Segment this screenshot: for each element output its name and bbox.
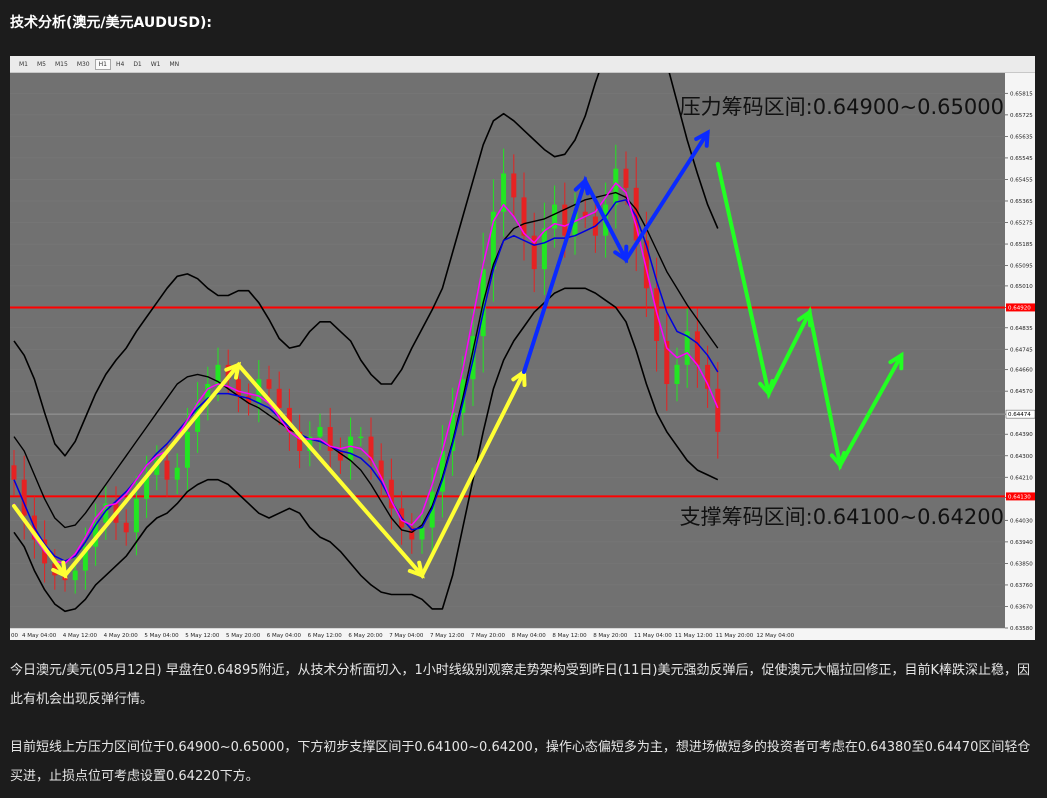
candle-body bbox=[11, 465, 17, 480]
page-title: 技术分析(澳元/美元AUDUSD): bbox=[10, 15, 212, 31]
x-tick-label: 8 May 20:00 bbox=[593, 633, 628, 639]
y-tick-label: 0.63670 bbox=[1010, 604, 1033, 610]
y-tick-label: 0.65095 bbox=[1010, 264, 1033, 270]
candle-body bbox=[358, 436, 364, 439]
x-tick-label: 4 May 12:00 bbox=[63, 633, 98, 639]
y-tick-label: 0.63760 bbox=[1010, 583, 1033, 589]
y-tick-label: 0.65365 bbox=[1010, 199, 1033, 205]
candle-body bbox=[133, 498, 139, 533]
timeframe-m15-button[interactable]: M15 bbox=[51, 59, 72, 70]
y-tick-label: 0.64745 bbox=[1010, 347, 1033, 353]
x-tick-label: 4 May 20:00 bbox=[104, 633, 139, 639]
candle-body bbox=[348, 436, 354, 461]
x-tick-label: 5 May 12:00 bbox=[185, 633, 220, 639]
x-tick-label: 4 May 04:00 bbox=[22, 633, 57, 639]
timeframe-d1-button[interactable]: D1 bbox=[129, 59, 145, 70]
x-tick-label: 6 May 04:00 bbox=[267, 633, 302, 639]
x-tick-label: 8 May 04:00 bbox=[512, 633, 547, 639]
candle-body bbox=[235, 379, 241, 396]
candle-body bbox=[694, 331, 700, 365]
analysis-paragraph-2: 目前短线上方压力区间位于0.64900~0.65000，下方初步支撑区间于0.6… bbox=[10, 740, 1031, 784]
timeframe-h4-button[interactable]: H4 bbox=[112, 59, 128, 70]
x-tick-label: 11 May 20:00 bbox=[716, 633, 754, 639]
price-chart[interactable]: 0.65815 0.65725 0.65635 0.65545 0.65455 0.653… bbox=[10, 73, 1035, 640]
y-tick-label: 0.64300 bbox=[1010, 454, 1033, 460]
candle-body bbox=[184, 431, 190, 468]
candle-body bbox=[276, 388, 282, 408]
analysis-paragraph-1: 今日澳元/美元(05月12日) 早盘在0.64895附近，从技术分析面切入，1小… bbox=[10, 663, 1030, 707]
y-tick-label: 0.65010 bbox=[1010, 284, 1033, 290]
timeframe-m1-button[interactable]: M1 bbox=[15, 59, 32, 70]
y-tick-label: 0.65275 bbox=[1010, 221, 1033, 227]
level-price-label: 0.64920 bbox=[1008, 305, 1031, 311]
x-tick-label: 11 May 04:00 bbox=[634, 633, 672, 639]
y-tick-label: 0.64570 bbox=[1010, 389, 1033, 395]
candle-body bbox=[72, 570, 78, 581]
x-tick-label: 00 bbox=[11, 633, 18, 639]
y-tick-label: 0.63940 bbox=[1010, 540, 1033, 546]
x-tick-label: 11 May 12:00 bbox=[675, 633, 713, 639]
timeframe-mn-button[interactable]: MN bbox=[166, 59, 184, 70]
timeframe-toolbar: M1 M5 M15 M30 H1 H4 D1 W1 MN bbox=[10, 56, 1035, 73]
candle-body bbox=[164, 460, 170, 480]
x-tick-label: 6 May 20:00 bbox=[348, 633, 383, 639]
candle-body bbox=[123, 522, 129, 533]
y-tick-label: 0.64835 bbox=[1010, 326, 1033, 332]
y-tick-label: 0.65725 bbox=[1010, 113, 1033, 119]
support-annotation: 支撑筹码区间:0.64100~0.64200 bbox=[680, 505, 1004, 529]
timeframe-m5-button[interactable]: M5 bbox=[33, 59, 50, 70]
x-tick-label: 8 May 12:00 bbox=[552, 633, 587, 639]
candle-body bbox=[541, 228, 547, 270]
candle-body bbox=[266, 379, 272, 389]
chart-panel: M1 M5 M15 M30 H1 H4 D1 W1 MN 0.65815 0.65… bbox=[10, 56, 1035, 640]
resistance-annotation: 压力筹码区间:0.64900~0.65000 bbox=[680, 95, 1004, 119]
timeframe-w1-button[interactable]: W1 bbox=[147, 59, 165, 70]
x-tick-label: 7 May 20:00 bbox=[471, 633, 506, 639]
x-tick-label: 6 May 12:00 bbox=[308, 633, 343, 639]
y-tick-label: 0.65815 bbox=[1010, 91, 1033, 97]
y-tick-label: 0.64660 bbox=[1010, 368, 1033, 374]
y-tick-label: 0.65635 bbox=[1010, 134, 1033, 140]
y-tick-label: 0.63580 bbox=[1010, 626, 1033, 632]
timeframe-h1-button[interactable]: H1 bbox=[94, 58, 111, 70]
y-tick-label: 0.64030 bbox=[1010, 518, 1033, 524]
x-tick-label: 5 May 04:00 bbox=[144, 633, 179, 639]
y-tick-label: 0.63850 bbox=[1010, 561, 1033, 567]
x-tick-label: 5 May 20:00 bbox=[226, 633, 261, 639]
x-tick-label: 7 May 12:00 bbox=[430, 633, 465, 639]
candle-body bbox=[419, 527, 425, 540]
y-tick-label: 0.64390 bbox=[1010, 432, 1033, 438]
y-tick-label: 0.65545 bbox=[1010, 156, 1033, 162]
plot-area bbox=[10, 73, 1005, 628]
current-price-label: 0.64474 bbox=[1008, 412, 1031, 418]
candle-body bbox=[715, 388, 721, 432]
x-tick-label: 12 May 04:00 bbox=[756, 633, 794, 639]
x-tick-label: 7 May 04:00 bbox=[389, 633, 424, 639]
candle-body bbox=[674, 364, 680, 384]
y-tick-label: 0.65185 bbox=[1010, 242, 1033, 248]
y-tick-label: 0.65455 bbox=[1010, 177, 1033, 183]
candle-body bbox=[623, 168, 629, 188]
timeframe-m30-button[interactable]: M30 bbox=[73, 59, 94, 70]
candle-body bbox=[174, 467, 180, 480]
candle-body bbox=[511, 173, 517, 198]
y-tick-label: 0.64210 bbox=[1010, 475, 1033, 481]
level-price-label: 0.64130 bbox=[1008, 494, 1031, 500]
candle-body bbox=[317, 427, 323, 437]
